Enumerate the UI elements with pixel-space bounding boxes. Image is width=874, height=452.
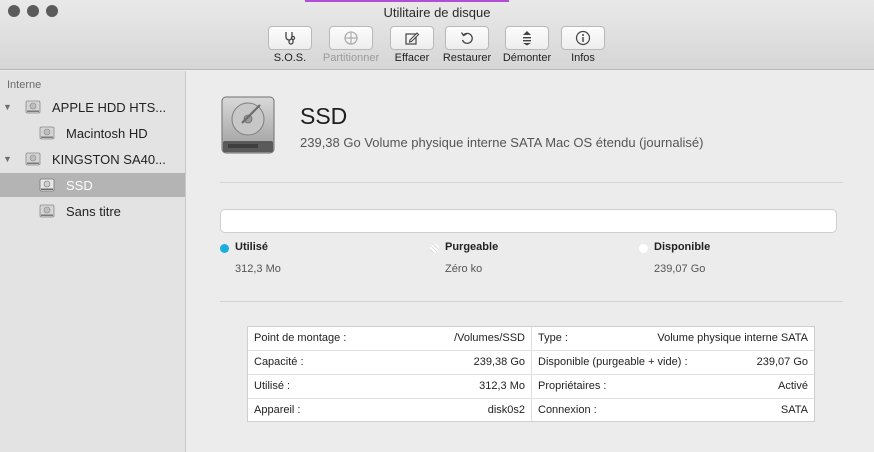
sidebar-item-apple-hdd[interactable]: ▼ APPLE HDD HTS...	[0, 95, 185, 119]
info-label: Disponible (purgeable + vide) :	[538, 356, 688, 368]
unmount-button-frame[interactable]	[505, 26, 549, 50]
sidebar-item-label: Macintosh HD	[66, 125, 148, 141]
hard-drive-icon	[25, 100, 41, 114]
partition-button-frame[interactable]	[329, 26, 373, 50]
unmount-icon	[523, 31, 531, 46]
info-row: Point de montage : /Volumes/SSD Type : V…	[248, 327, 814, 351]
used-color-dot	[220, 244, 229, 253]
info-row: Utilisé : 312,3 Mo Propriétaires : Activ…	[248, 375, 814, 399]
legend-value: Zéro ko	[445, 263, 483, 275]
partition-label: Partitionner	[322, 52, 380, 64]
first-aid-button[interactable]: S.O.S.	[255, 26, 325, 64]
sidebar-item-kingston[interactable]: ▼ KINGSTON SA40...	[0, 147, 185, 171]
hard-drive-icon	[25, 152, 41, 166]
info-table: Point de montage : /Volumes/SSD Type : V…	[247, 326, 815, 422]
volume-description: 239,38 Go Volume physique interne SATA M…	[300, 135, 704, 150]
info-label: Appareil :	[254, 404, 301, 416]
legend-value: 312,3 Mo	[235, 263, 281, 275]
info-label: Propriétaires :	[538, 380, 607, 392]
info-label: Capacité :	[254, 356, 304, 368]
info-label: Point de montage :	[254, 332, 347, 344]
partition-icon	[344, 31, 358, 45]
title-bar: Utilitaire de disque S.O.S. Partitionner	[0, 0, 874, 70]
partition-button[interactable]: Partitionner	[316, 26, 386, 64]
legend-label: Disponible	[654, 241, 711, 253]
volume-icon	[39, 126, 55, 140]
usage-bar	[220, 209, 837, 233]
main-pane: SSD 239,38 Go Volume physique interne SA…	[187, 71, 874, 452]
volume-name: SSD	[300, 103, 348, 129]
disclosure-triangle-icon[interactable]: ▼	[3, 154, 12, 164]
hard-drive-large-icon	[221, 96, 275, 154]
info-value: disk0s2	[487, 404, 525, 416]
erase-button-frame[interactable]	[390, 26, 434, 50]
title-accent-line	[305, 0, 509, 2]
info-value: 312,3 Mo	[479, 380, 525, 392]
info-value: Volume physique interne SATA	[657, 332, 808, 344]
sidebar-section-internal: Interne	[7, 79, 42, 91]
legend-label: Purgeable	[445, 241, 499, 253]
sidebar-item-label: Sans titre	[66, 203, 121, 219]
legend-value: 239,07 Go	[654, 263, 706, 275]
sidebar-item-sans-titre[interactable]: Sans titre	[0, 199, 185, 223]
info-label: Type :	[538, 332, 568, 344]
available-color-dot	[639, 244, 648, 253]
info-value: Activé	[778, 380, 808, 392]
sidebar-item-label: KINGSTON SA40...	[52, 151, 166, 167]
info-row: Appareil : disk0s2 Connexion : SATA	[248, 399, 814, 423]
sidebar: Interne ▼ APPLE HDD HTS... Macintosh HD …	[0, 71, 186, 452]
info-icon	[575, 30, 591, 46]
restore-icon	[460, 32, 473, 44]
disclosure-triangle-icon[interactable]: ▼	[3, 102, 12, 112]
volume-icon	[39, 204, 55, 218]
purgeable-color-dot	[430, 244, 439, 253]
sidebar-item-label: SSD	[66, 177, 93, 193]
erase-icon	[405, 32, 420, 45]
stethoscope-icon	[285, 32, 296, 45]
divider	[220, 182, 843, 183]
first-aid-label: S.O.S.	[273, 52, 307, 64]
info-button-frame[interactable]	[561, 26, 605, 50]
info-label: Infos	[571, 52, 595, 64]
sidebar-item-label: APPLE HDD HTS...	[52, 99, 167, 115]
sidebar-item-macintosh-hd[interactable]: Macintosh HD	[0, 121, 185, 145]
info-label: Connexion :	[538, 404, 597, 416]
info-value: /Volumes/SSD	[454, 332, 525, 344]
divider	[220, 301, 843, 302]
sidebar-item-ssd[interactable]: SSD	[0, 173, 185, 197]
info-value: SATA	[780, 404, 808, 416]
volume-icon	[39, 178, 55, 192]
info-label: Utilisé :	[254, 380, 291, 392]
info-row: Capacité : 239,38 Go Disponible (purgeab…	[248, 351, 814, 375]
info-value: 239,07 Go	[756, 356, 808, 368]
info-value: 239,38 Go	[473, 356, 525, 368]
info-button[interactable]: Infos	[548, 26, 618, 64]
legend-label: Utilisé	[235, 241, 269, 253]
window-title: Utilitaire de disque	[383, 5, 491, 20]
first-aid-button-frame[interactable]	[268, 26, 312, 50]
restore-button-frame[interactable]	[445, 26, 489, 50]
